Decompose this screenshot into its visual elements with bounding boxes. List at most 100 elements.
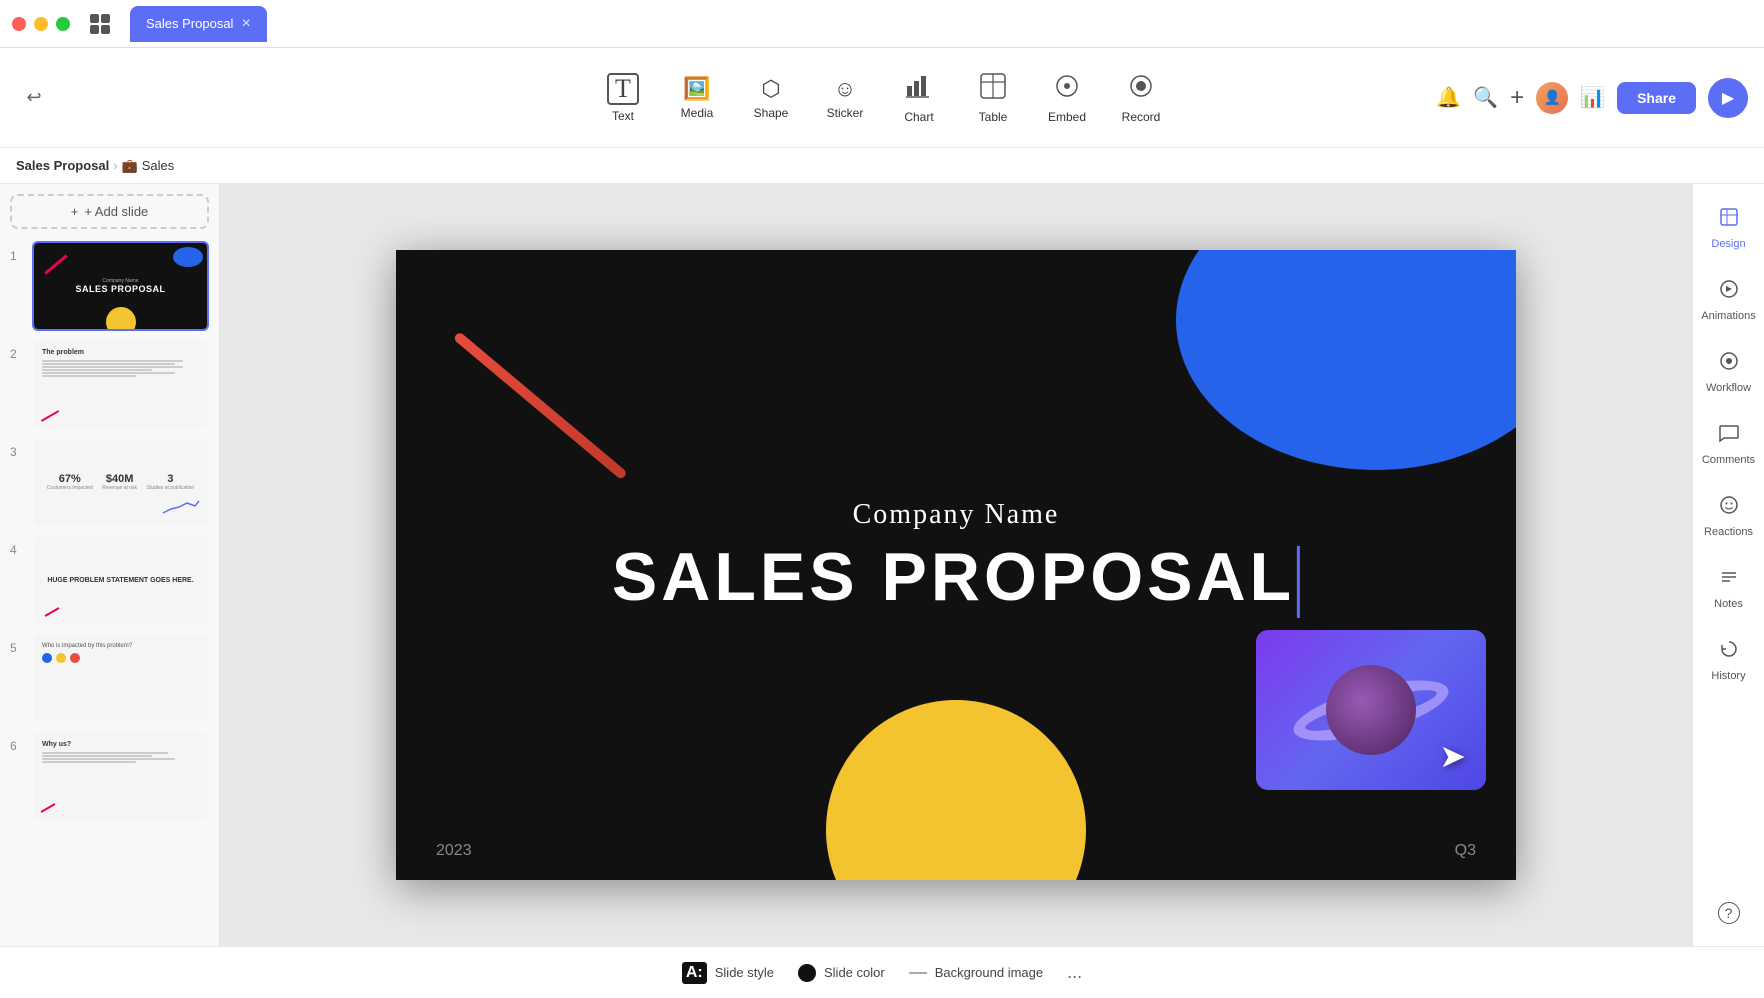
canvas-main-title: SALES PROPOSAL [612, 538, 1300, 618]
maximize-window-btn[interactable] [56, 17, 70, 31]
more-options-button[interactable]: ... [1067, 962, 1082, 983]
toolbar-center: T Text 🖼️ Media ⬡ Shape ☺ Sticker C [588, 58, 1176, 138]
main-area: + + Add slide 1 Company Name SALES PROPO… [0, 184, 1764, 946]
help-button[interactable]: ? [1697, 892, 1761, 934]
slide4-title: HUGE PROBLEM STATEMENT GOES HERE. [47, 577, 193, 584]
slide5-title: Who is impacted by this problem? [42, 643, 199, 649]
slide-item-2[interactable]: 2 The problem [10, 339, 209, 429]
undo-button[interactable]: ↩ [16, 80, 52, 116]
history-icon [1718, 638, 1740, 666]
sticker-tool-label: Sticker [827, 106, 864, 120]
slide2-content: The problem [34, 341, 207, 427]
slide3-label3: Studies at publication [147, 485, 195, 491]
canvas-area: Company Name SALES PROPOSAL 2023 Q3 ➤ [220, 184, 1692, 946]
add-slide-label: + Add slide [84, 204, 148, 219]
background-image-label: Background image [935, 965, 1043, 980]
sticker-planet-body [1326, 665, 1416, 755]
slide-item-5[interactable]: 5 Who is impacted by this problem? [10, 633, 209, 723]
slide-thumb-2[interactable]: The problem [32, 339, 209, 429]
right-tool-animations[interactable]: Animations [1697, 268, 1761, 332]
analytics-icon[interactable]: 📊 [1580, 85, 1605, 110]
right-tool-workflow[interactable]: Workflow [1697, 340, 1761, 404]
breadcrumb-title: Sales Proposal [16, 158, 109, 173]
toolbar-left: ↩ [16, 80, 52, 116]
avatar[interactable]: 👤 [1536, 82, 1568, 114]
canvas-title-text: SALES PROPOSAL [612, 539, 1295, 615]
right-tool-reactions-label: Reactions [1704, 526, 1753, 538]
canvas-cursor [1297, 546, 1300, 618]
slide-canvas[interactable]: Company Name SALES PROPOSAL 2023 Q3 ➤ [396, 250, 1516, 880]
workflow-icon [1718, 350, 1740, 378]
dot-yellow [56, 653, 66, 663]
comments-icon [1718, 422, 1740, 450]
record-icon [1127, 72, 1155, 106]
media-tool-label: Media [681, 106, 714, 120]
shape-tool-label: Shape [754, 106, 789, 120]
media-tool-button[interactable]: 🖼️ Media [662, 58, 732, 138]
record-tool-button[interactable]: Record [1106, 58, 1176, 138]
reactions-icon [1718, 494, 1740, 522]
slide2-title: The problem [42, 349, 199, 356]
breadcrumb: Sales Proposal › 💼 Sales [0, 148, 1764, 184]
slide-number-4: 4 [10, 535, 26, 557]
slide-item-1[interactable]: 1 Company Name SALES PROPOSAL [10, 241, 209, 331]
slide-thumb-3[interactable]: 67% Customers impacted $40M Revenue at r… [32, 437, 209, 527]
slide3-stat1: 67% Customers impacted [47, 473, 93, 491]
tab-label[interactable]: Sales Proposal [146, 16, 233, 31]
slide-thumb-4-inner: HUGE PROBLEM STATEMENT GOES HERE. [34, 537, 207, 623]
slide-thumb-6-inner: Why us? [34, 733, 207, 819]
apps-icon[interactable] [86, 10, 114, 38]
thumb-yellow-circle [106, 307, 136, 329]
play-button[interactable]: ▶ [1708, 78, 1748, 118]
animations-icon [1718, 278, 1740, 306]
chart-tool-button[interactable]: Chart [884, 58, 954, 138]
slide6-content: Why us? [34, 733, 207, 819]
share-button[interactable]: Share [1617, 82, 1696, 114]
canvas-company-name: Company Name [853, 499, 1060, 531]
slide-thumb-5[interactable]: Who is impacted by this problem? [32, 633, 209, 723]
slide-thumb-1[interactable]: Company Name SALES PROPOSAL [32, 241, 209, 331]
slide3-label1: Customers impacted [47, 485, 93, 491]
slide-item-3[interactable]: 3 67% Customers impacted $40M Revenue at… [10, 437, 209, 527]
slide3-label2: Revenue at risk [102, 485, 137, 491]
slide-thumb-4[interactable]: HUGE PROBLEM STATEMENT GOES HERE. [32, 535, 209, 625]
background-image-item[interactable]: Background image [909, 965, 1043, 980]
right-tool-history[interactable]: History [1697, 628, 1761, 692]
embed-tool-button[interactable]: Embed [1032, 58, 1102, 138]
text-tool-button[interactable]: T Text [588, 58, 658, 138]
bottom-toolbar: A: Slide style Slide color Background im… [0, 946, 1764, 998]
right-tool-comments[interactable]: Comments [1697, 412, 1761, 476]
right-tool-workflow-label: Workflow [1706, 382, 1751, 394]
sticker-tool-button[interactable]: ☺ Sticker [810, 58, 880, 138]
slide-item-4[interactable]: 4 HUGE PROBLEM STATEMENT GOES HERE. [10, 535, 209, 625]
right-tool-history-label: History [1711, 670, 1745, 682]
slide-number-5: 5 [10, 633, 26, 655]
tab-bar: Sales Proposal × [130, 6, 267, 42]
right-tool-design[interactable]: Design [1697, 196, 1761, 260]
dot-blue [42, 653, 52, 663]
slide-number-2: 2 [10, 339, 26, 361]
add-slide-button[interactable]: + + Add slide [10, 194, 209, 229]
dot-red [70, 653, 80, 663]
table-tool-button[interactable]: Table [958, 58, 1028, 138]
shape-tool-button[interactable]: ⬡ Shape [736, 58, 806, 138]
slide5-dots [42, 653, 199, 663]
search-icon[interactable]: 🔍 [1473, 85, 1498, 110]
slide-item-6[interactable]: 6 Why us? [10, 731, 209, 821]
tab-close-btn[interactable]: × [241, 15, 250, 33]
toolbar: ↩ T Text 🖼️ Media ⬡ Shape ☺ Sticker [0, 48, 1764, 148]
right-tool-notes[interactable]: Notes [1697, 556, 1761, 620]
media-icon: 🖼️ [683, 76, 710, 102]
minimize-window-btn[interactable] [34, 17, 48, 31]
slide-color-item[interactable]: Slide color [798, 964, 885, 982]
canvas-sticker: ➤ [1256, 630, 1486, 790]
slide4-content: HUGE PROBLEM STATEMENT GOES HERE. [34, 537, 207, 623]
slide-thumb-6[interactable]: Why us? [32, 731, 209, 821]
design-icon [1718, 206, 1740, 234]
close-window-btn[interactable] [12, 17, 26, 31]
right-tool-reactions[interactable]: Reactions [1697, 484, 1761, 548]
slide-style-item[interactable]: A: Slide style [682, 962, 774, 984]
add-button[interactable]: + [1510, 84, 1524, 112]
notification-icon[interactable]: 🔔 [1436, 85, 1461, 110]
chart-icon [905, 72, 933, 106]
